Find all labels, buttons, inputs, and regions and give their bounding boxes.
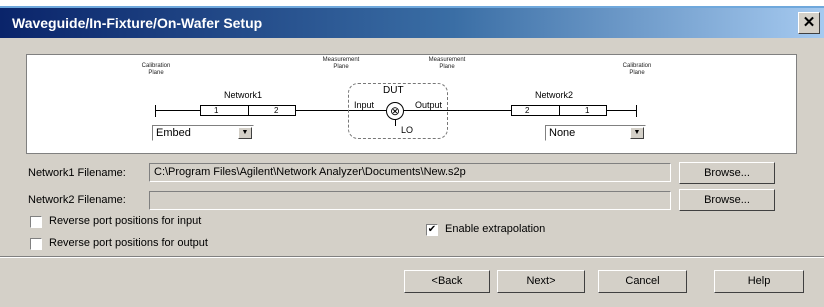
network1-filename-field[interactable]: C:\Program Files\Agilent\Network Analyze…: [149, 163, 671, 182]
network1-filename-label: Network1 Filename:: [28, 167, 126, 179]
extrapolation-checkbox[interactable]: ✔: [426, 224, 438, 236]
network-diagram: Calibration Plane Measurement Plane Meas…: [26, 54, 797, 154]
network1-port2: 2: [274, 106, 279, 115]
close-button[interactable]: ✕: [798, 12, 820, 34]
network1-mode-select[interactable]: Embed ▼: [152, 125, 254, 141]
next-button[interactable]: Next>: [497, 270, 585, 293]
button-separator: [0, 256, 824, 258]
lo-line: [395, 120, 396, 126]
network2-divider: [559, 106, 560, 115]
network2-label: Network2: [535, 90, 574, 100]
dut-label: DUT: [383, 85, 404, 96]
setup-dialog: Waveguide/In-Fixture/On-Wafer Setup ✕: [0, 8, 824, 307]
mixer-icon: ⊗: [386, 102, 404, 120]
chevron-down-icon[interactable]: ▼: [238, 127, 252, 139]
network2-block: 2 1: [511, 105, 607, 116]
right-calibration-plane-label: Calibration Plane: [622, 63, 652, 76]
network1-block: 1 2: [200, 105, 296, 116]
window-title: Waveguide/In-Fixture/On-Wafer Setup: [12, 15, 263, 31]
help-button[interactable]: Help: [714, 270, 804, 293]
network2-filename-label: Network2 Filename:: [28, 194, 126, 206]
reverse-output-checkbox[interactable]: [30, 238, 42, 250]
top-edge: [0, 0, 824, 8]
browse-network1-button[interactable]: Browse...: [679, 162, 775, 184]
lo-label: LO: [401, 125, 414, 135]
network2-mode-value: None: [549, 127, 576, 139]
right-measurement-plane-label: Measurement Plane: [428, 57, 466, 70]
network1-mode-value: Embed: [156, 127, 191, 139]
title-bar: Waveguide/In-Fixture/On-Wafer Setup ✕: [0, 8, 824, 38]
left-measurement-plane-label: Measurement Plane: [322, 57, 360, 70]
browse-network2-button[interactable]: Browse...: [679, 189, 775, 211]
extrapolation-label: Enable extrapolation: [445, 223, 546, 235]
right-plane-tick: [636, 105, 637, 117]
input-label: Input: [354, 100, 375, 110]
network2-port1: 1: [585, 106, 590, 115]
reverse-input-label: Reverse port positions for input: [49, 215, 202, 227]
left-plane-tick: [155, 105, 156, 117]
network2-filename-field[interactable]: [149, 191, 671, 210]
chevron-down-icon[interactable]: ▼: [630, 127, 644, 139]
cancel-button[interactable]: Cancel: [598, 270, 687, 293]
network2-port2: 2: [525, 106, 530, 115]
network2-mode-select[interactable]: None ▼: [545, 125, 646, 141]
network1-port1: 1: [214, 106, 219, 115]
reverse-input-checkbox[interactable]: [30, 216, 42, 228]
left-calibration-plane-label: Calibration Plane: [141, 63, 171, 76]
output-label: Output: [415, 100, 443, 110]
reverse-output-label: Reverse port positions for output: [49, 237, 208, 249]
back-button[interactable]: <Back: [404, 270, 490, 293]
network1-divider: [248, 106, 249, 115]
network1-label: Network1: [224, 90, 263, 100]
